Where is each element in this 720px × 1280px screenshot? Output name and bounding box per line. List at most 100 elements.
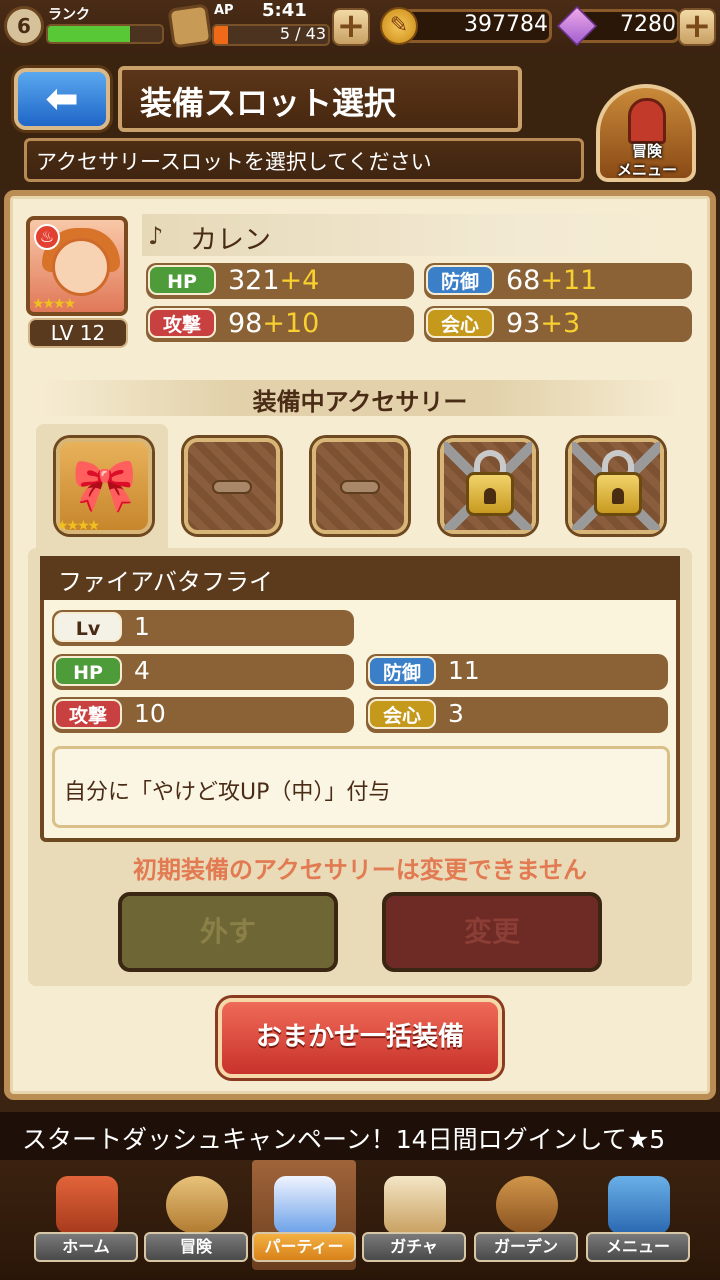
accessory-slot-3[interactable] (312, 438, 408, 534)
accessory-slot-4-locked[interactable] (440, 438, 536, 534)
acc-stat-hp: HP 4 (52, 654, 354, 690)
keyhole-icon (612, 488, 624, 504)
attack-label: 攻撃 (148, 308, 216, 338)
ap-icon (167, 3, 213, 49)
auto-equip-button[interactable]: おまかせ一括装備 (218, 998, 502, 1078)
acc-stat-defense: 防御 11 (366, 654, 668, 690)
defense-bonus: +11 (540, 265, 598, 296)
character-name: カレン (190, 225, 271, 256)
critical-value: 93+3 (506, 308, 580, 339)
nav-home-label: ホーム (34, 1232, 138, 1262)
nav-home[interactable]: ホーム (34, 1170, 138, 1266)
fire-element-icon: ♨ (34, 224, 60, 250)
adventure-menu-label: 冒険 メニュー (604, 142, 690, 180)
back-arrow-icon: ⬅ (45, 76, 79, 122)
change-warning: 初期装備のアクセサリーは変更できません (132, 856, 588, 884)
hp-value: 321+4 (228, 265, 319, 296)
critical-bonus: +3 (540, 308, 581, 339)
page-title: 装備スロット選択 (140, 84, 397, 122)
hp-bonus: +4 (279, 265, 320, 296)
nav-menu-label: メニュー (586, 1232, 690, 1262)
attack-value: 98+10 (228, 308, 319, 339)
ap-value: 5 / 43 (279, 24, 326, 43)
acc-hp-value: 4 (134, 656, 150, 685)
accessory-slot-5-locked[interactable] (568, 438, 664, 534)
section-title: 装備中アクセサリー (252, 388, 468, 416)
empty-slot-icon (212, 480, 252, 494)
acc-stat-attack: 攻撃 10 (52, 697, 354, 733)
ap-label: AP (214, 3, 234, 18)
adventure-menu-label-line: 冒険 (631, 142, 662, 160)
rank-label: ランク (48, 7, 90, 23)
gold-coin-icon: ✎ (380, 7, 418, 45)
page-subtitle: アクセサリースロットを選択してください (36, 150, 432, 174)
slot-1-stars: ★★★★ (56, 518, 100, 534)
char-stat-hp: HP 321+4 (146, 263, 414, 299)
add-ap-button[interactable]: + (332, 8, 370, 46)
acc-critical-value: 3 (448, 699, 464, 728)
acc-attack-value: 10 (134, 699, 166, 728)
hp-base: 321 (228, 265, 280, 296)
add-gem-button[interactable]: + (678, 8, 716, 46)
butterfly-bow-icon: 🎀 (72, 456, 137, 516)
gold-amount: 397784 (464, 12, 548, 37)
char-stat-defense: 防御 68+11 (424, 263, 692, 299)
acc-defense-label: 防御 (368, 656, 436, 686)
accessory-description: 自分に「やけど攻UP（中）」付与 (64, 780, 391, 805)
nav-garden-label: ガーデン (474, 1232, 578, 1262)
acc-stat-level: Lv 1 (52, 610, 354, 646)
remove-button[interactable]: 外す (118, 892, 338, 972)
acc-defense-value: 11 (448, 656, 480, 685)
char-stat-attack: 攻撃 98+10 (146, 306, 414, 342)
ap-progress-fill (214, 26, 228, 44)
hp-label: HP (148, 265, 216, 295)
acc-stat-critical: 会心 3 (366, 697, 668, 733)
accessory-slot-2[interactable] (184, 438, 280, 534)
nav-adventure[interactable]: 冒険 (144, 1170, 248, 1266)
character-portrait[interactable]: ♨ ★★★★ (26, 216, 128, 316)
door-icon (628, 98, 666, 144)
news-ticker[interactable]: スタートダッシュキャンペーン！14日間ログインして★5 (0, 1112, 720, 1160)
book-icon (608, 1176, 670, 1234)
attack-base: 98 (228, 308, 263, 339)
nav-party[interactable]: パーティー (252, 1170, 356, 1266)
character-level: LV 12 (28, 318, 128, 348)
nav-party-label: パーティー (252, 1232, 356, 1262)
nav-gacha-label: ガチャ (362, 1232, 466, 1262)
defense-value: 68+11 (506, 265, 597, 296)
gem-amount: 7280 (620, 12, 676, 37)
basket-icon (496, 1176, 558, 1234)
nav-menu[interactable]: メニュー (586, 1170, 690, 1266)
nav-adventure-label: 冒険 (144, 1232, 248, 1262)
attack-bonus: +10 (262, 308, 320, 339)
character-class-icon: ♪ (148, 222, 164, 250)
nav-garden[interactable]: ガーデン (474, 1170, 578, 1266)
compass-icon (166, 1176, 228, 1234)
character-face (52, 238, 110, 296)
empty-slot-icon (340, 480, 380, 494)
adventure-menu-label-line: メニュー (616, 161, 677, 179)
nav-gacha[interactable]: ガチャ (362, 1170, 466, 1266)
back-button[interactable]: ⬅ (14, 68, 110, 130)
rank-progress-bar (46, 24, 164, 44)
character-stars: ★★★★ (32, 296, 76, 312)
critical-label: 会心 (426, 308, 494, 338)
char-stat-critical: 会心 93+3 (424, 306, 692, 342)
acc-hp-label: HP (54, 656, 122, 686)
accessory-name: ファイアバタフライ (40, 556, 680, 600)
acc-level-label: Lv (54, 612, 122, 642)
change-button[interactable]: 変更 (382, 892, 602, 972)
defense-base: 68 (506, 265, 541, 296)
house-icon (56, 1176, 118, 1234)
keyhole-icon (484, 488, 496, 504)
acc-level-value: 1 (134, 612, 150, 641)
rank-progress-fill (48, 26, 131, 42)
defense-label: 防御 (426, 265, 494, 295)
acc-attack-label: 攻撃 (54, 699, 122, 729)
critical-base: 93 (506, 308, 541, 339)
acc-critical-label: 会心 (368, 699, 436, 729)
dice-icon (384, 1176, 446, 1234)
chess-pieces-icon (274, 1176, 336, 1234)
ap-recovery-time: 5:41 (262, 0, 307, 21)
rank-level-badge: 6 (4, 6, 44, 46)
